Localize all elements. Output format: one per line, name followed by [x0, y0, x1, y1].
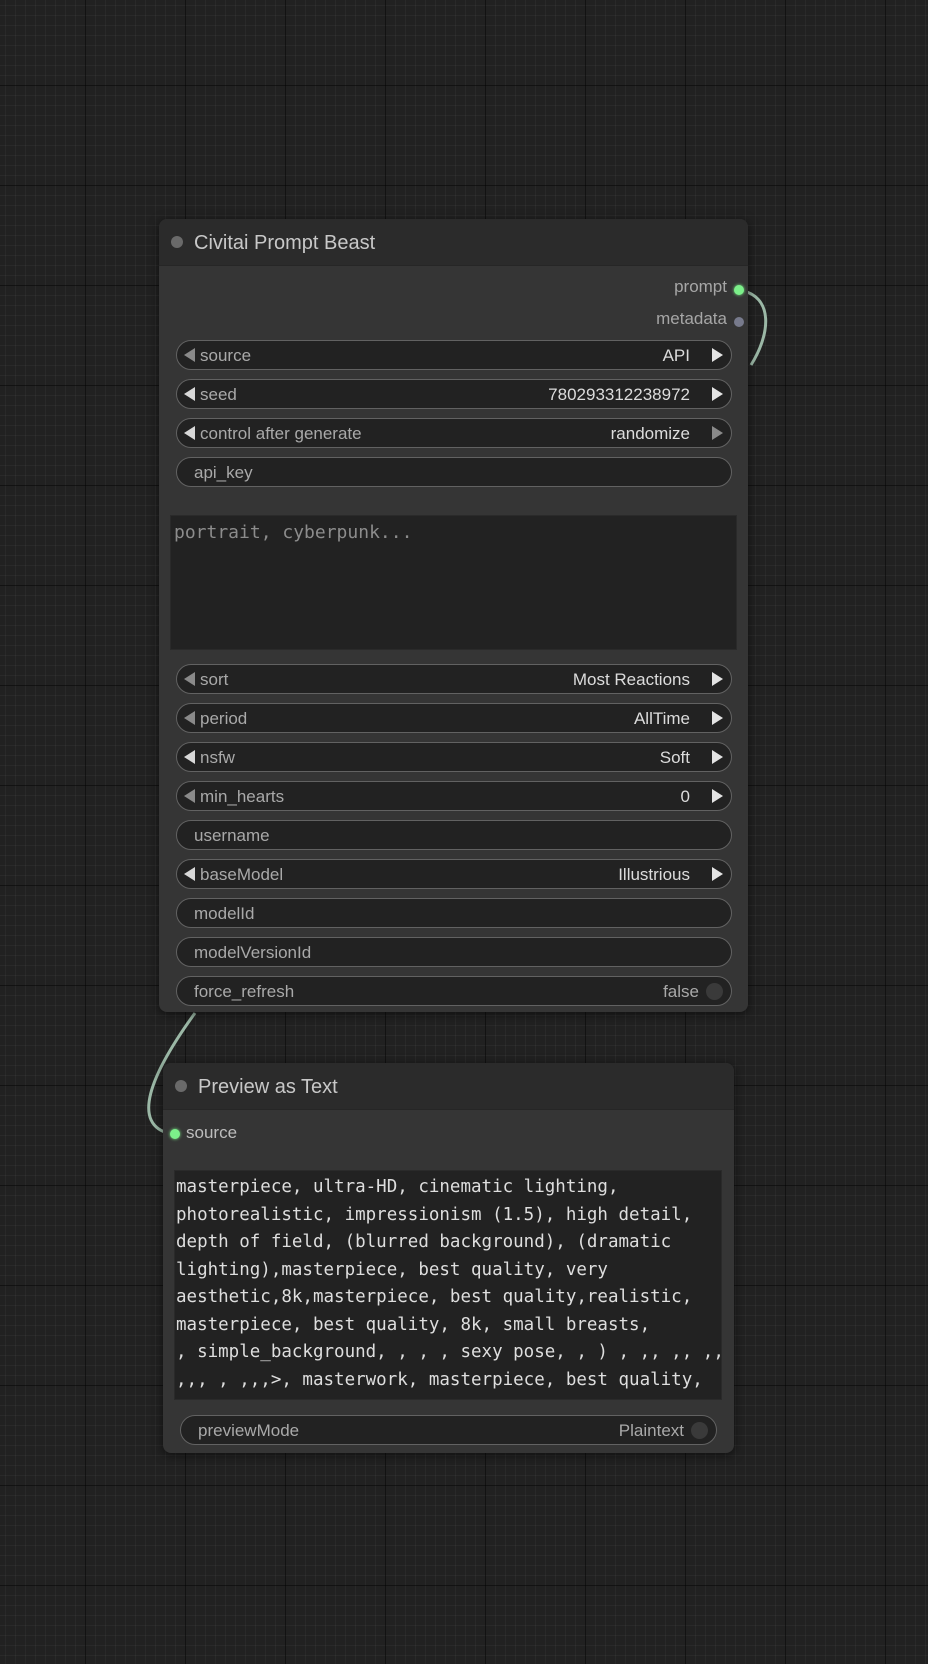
increment-arrow-icon[interactable] [712, 867, 723, 881]
api-key-field[interactable]: api_key [176, 457, 732, 487]
increment-arrow-icon[interactable] [712, 426, 723, 440]
control-after-generate-combo[interactable]: control after generate randomize [176, 418, 732, 448]
seed-number[interactable]: seed 780293312238972 [176, 379, 732, 409]
increment-arrow-icon[interactable] [712, 672, 723, 686]
period-label: period [200, 709, 248, 728]
output-metadata-slot-icon[interactable] [734, 317, 744, 327]
preview-mode-toggle[interactable]: previewMode Plaintext [180, 1415, 717, 1445]
output-prompt: prompt [159, 271, 748, 303]
decrement-arrow-icon[interactable] [184, 711, 195, 725]
control-after-generate-value: randomize [610, 424, 690, 443]
nsfw-combo[interactable]: nsfw Soft [176, 742, 732, 772]
source-combo[interactable]: source API [176, 340, 732, 370]
decrement-arrow-icon[interactable] [184, 426, 195, 440]
increment-arrow-icon[interactable] [712, 348, 723, 362]
nsfw-label: nsfw [200, 748, 235, 767]
decrement-arrow-icon[interactable] [184, 867, 195, 881]
force-refresh-toggle[interactable]: force_refresh false [176, 976, 732, 1006]
increment-arrow-icon[interactable] [712, 750, 723, 764]
force-refresh-label: force_refresh [194, 982, 295, 1001]
seed-value: 780293312238972 [548, 385, 690, 404]
collapse-toggle-icon[interactable] [171, 236, 183, 248]
prompt-placeholder: portrait, cyberpunk... [174, 522, 413, 543]
sort-label: sort [200, 670, 229, 689]
increment-arrow-icon[interactable] [712, 387, 723, 401]
api-key-label: api_key [194, 463, 253, 482]
output-metadata-label: metadata [656, 309, 727, 328]
sort-value: Most Reactions [572, 670, 690, 689]
collapse-toggle-icon[interactable] [175, 1080, 187, 1092]
model-id-label: modelId [194, 904, 255, 923]
decrement-arrow-icon[interactable] [184, 348, 195, 362]
base-model-combo[interactable]: baseModel Illustrious [176, 859, 732, 889]
preview-mode-label: previewMode [198, 1421, 300, 1440]
node-title: Preview as Text [198, 1076, 338, 1098]
min-hearts-label: min_hearts [200, 787, 285, 806]
base-model-label: baseModel [200, 865, 284, 884]
model-version-id-field[interactable]: modelVersionId [176, 937, 732, 967]
min-hearts-value: 0 [680, 787, 690, 806]
prompt-textarea[interactable]: portrait, cyberpunk... [170, 515, 737, 650]
seed-label: seed [200, 385, 237, 404]
username-label: username [194, 826, 270, 845]
node-header[interactable]: Preview as Text [163, 1063, 734, 1110]
input-source-label: source [186, 1123, 238, 1142]
min-hearts-number[interactable]: min_hearts 0 [176, 781, 732, 811]
sort-combo[interactable]: sort Most Reactions [176, 664, 732, 694]
decrement-arrow-icon[interactable] [184, 789, 195, 803]
output-prompt-label: prompt [674, 277, 727, 296]
decrement-arrow-icon[interactable] [184, 387, 195, 401]
source-value: API [662, 346, 690, 365]
toggle-knob-icon[interactable] [691, 1422, 708, 1439]
node-title: Civitai Prompt Beast [194, 232, 376, 254]
model-version-id-label: modelVersionId [194, 943, 312, 962]
base-model-value: Illustrious [618, 865, 690, 884]
decrement-arrow-icon[interactable] [184, 672, 195, 686]
decrement-arrow-icon[interactable] [184, 750, 195, 764]
input-source-slot-icon[interactable] [170, 1129, 180, 1139]
preview-text-area[interactable]: masterpiece, ultra-HD, cinematic lightin… [174, 1170, 722, 1400]
nsfw-value: Soft [659, 748, 690, 767]
period-value: AllTime [633, 709, 690, 728]
username-field[interactable]: username [176, 820, 732, 850]
node-civitai-prompt-beast[interactable]: Civitai Prompt Beast prompt metadata sou… [159, 219, 748, 1012]
preview-mode-value: Plaintext [618, 1421, 684, 1440]
model-id-field[interactable]: modelId [176, 898, 732, 928]
toggle-knob-icon[interactable] [706, 983, 723, 1000]
control-after-generate-label: control after generate [200, 424, 362, 443]
increment-arrow-icon[interactable] [712, 711, 723, 725]
output-metadata: metadata [159, 303, 748, 335]
node-header[interactable]: Civitai Prompt Beast [159, 219, 748, 266]
preview-text-content: masterpiece, ultra-HD, cinematic lightin… [176, 1177, 722, 1390]
period-combo[interactable]: period AllTime [176, 703, 732, 733]
source-label: source [200, 346, 252, 365]
node-preview-as-text[interactable]: Preview as Text source masterpiece, ultr… [163, 1063, 734, 1453]
force-refresh-value: false [663, 982, 699, 1001]
output-prompt-slot-icon[interactable] [734, 285, 744, 295]
graph-canvas[interactable]: Civitai Prompt Beast prompt metadata sou… [0, 0, 928, 1664]
increment-arrow-icon[interactable] [712, 789, 723, 803]
